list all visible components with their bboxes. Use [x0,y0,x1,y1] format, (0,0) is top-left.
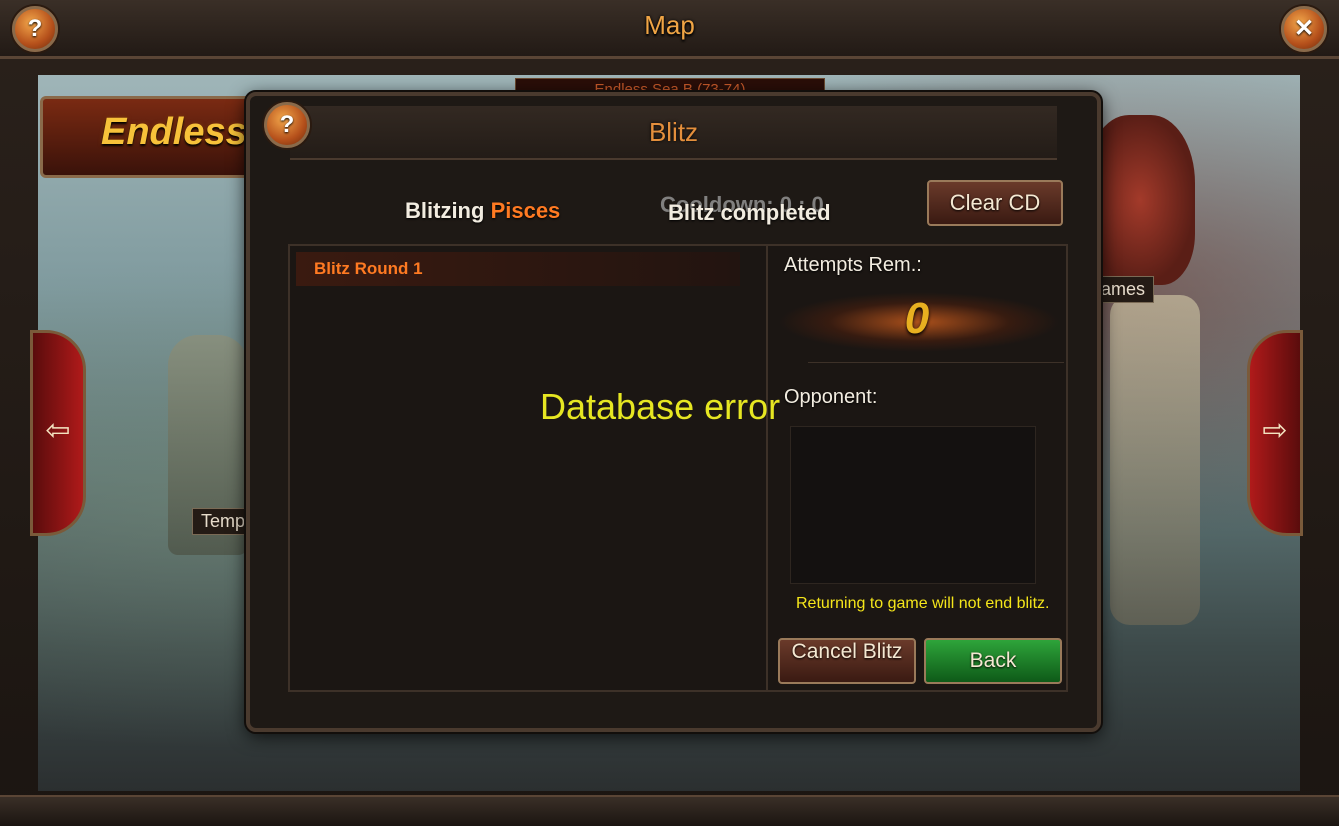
blitz-help-button[interactable]: ? [264,102,310,148]
map-title: Map [644,10,695,40]
attempts-value: 0 [904,294,930,343]
arrow-right-icon: ⇨ [1262,414,1288,447]
blitz-dialog-title: Blitz [290,106,1057,160]
map-close-button[interactable]: ✕ [1281,6,1327,52]
arrow-left-icon: ⇦ [45,414,71,447]
clear-cd-button[interactable]: Clear CD [927,180,1063,226]
blitz-note: Returning to game will not end blitz. [796,595,1050,612]
blitz-completed-text: Blitz completed [668,200,831,225]
attempts-label: Attempts Rem.: [784,254,922,276]
back-button[interactable]: Back [924,638,1062,684]
blitzing-prefix: Blitzing [405,198,485,223]
dragon-illustration [1085,115,1195,285]
map-help-button[interactable]: ? [12,6,58,52]
blitz-side-panel: Attempts Rem.: 0 Opponent: Returning to … [768,246,1066,690]
blitz-status-row: Blitzing Pisces Cooldown: 0 : 0 Blitz co… [270,174,1070,234]
map-bottom-frame [0,795,1339,826]
endless-banner: Endless [40,96,266,178]
blitz-content: Blitz Round 1 Attempts Rem.: 0 Opponent:… [288,244,1068,692]
opponent-label: Opponent: [784,386,878,408]
blitzing-target: Pisces [490,198,561,223]
next-map-button[interactable]: ⇨ [1247,330,1303,536]
database-error-text: Database error [540,386,781,427]
list-item: Blitz Round 1 [296,252,740,286]
opponent-portrait-box [790,426,1036,584]
right-island-illustration [1110,295,1200,625]
cancel-blitz-button[interactable]: Cancel Blitz [778,638,916,684]
blitz-rounds-list: Blitz Round 1 [290,246,768,690]
endless-banner-text: Endless [101,111,247,153]
blitzing-text: Blitzing Pisces [405,198,560,224]
map-titlebar: Map ? ✕ [0,0,1339,59]
divider [808,362,1064,363]
prev-map-button[interactable]: ⇦ [30,330,86,536]
location-label-left[interactable]: Temp [192,508,255,535]
